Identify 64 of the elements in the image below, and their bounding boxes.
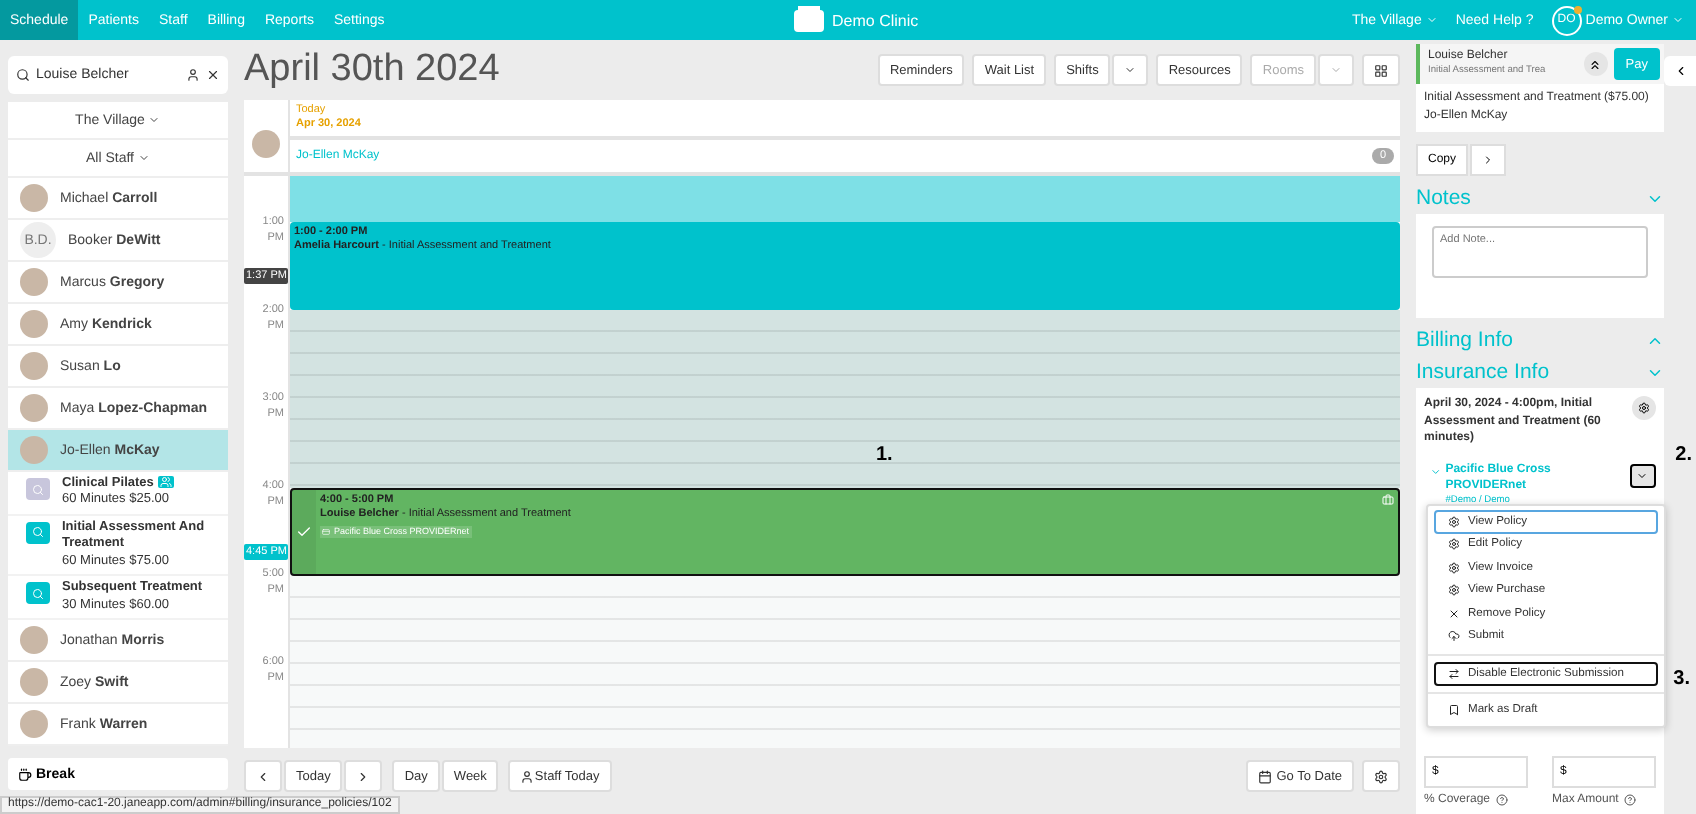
avatar-circle [20,310,48,339]
panel-toggle-tab[interactable] [1664,56,1696,86]
dropdown-button[interactable] [1629,464,1656,489]
annotation-number: 3. [1673,668,1690,690]
settings-icon [1448,584,1460,597]
avatar-circle [20,710,48,739]
caret-button[interactable] [1112,54,1149,86]
calendar-icon [1258,769,1273,783]
settings-icon [1448,538,1460,551]
help-icon [1624,794,1637,806]
grid-button[interactable] [1362,54,1400,86]
close-icon [206,68,220,82]
avatar-circle [20,668,48,697]
caret-icon [1636,470,1649,483]
avatar-circle [20,184,48,213]
double-chevron-up-icon [1588,57,1603,71]
avatar-circle [20,352,48,381]
chevron-right-icon [356,769,371,783]
search-icon [16,68,30,82]
settings-icon [1374,769,1388,783]
caret-icon [138,152,150,165]
settings-icon [1448,515,1460,528]
settings-button[interactable] [1362,760,1400,792]
caret-icon [1672,14,1684,26]
search-icon [26,521,50,544]
clinic-name: Demo Clinic [832,11,919,29]
avatar-circle [20,436,48,465]
next-button[interactable] [344,760,383,792]
card-icon [322,527,330,536]
cloud-upload-icon [1448,630,1460,643]
person-icon [186,68,200,82]
chevron-right-icon [1482,154,1495,166]
x-icon [1448,607,1460,620]
avatar-circle [252,130,280,158]
settings-button[interactable] [1632,396,1656,420]
chevron-left-icon [256,769,270,783]
search-icon [26,478,50,501]
annotation-number: 2. [1675,444,1692,466]
caret-icon [1425,14,1438,26]
settings-icon [1448,561,1460,574]
help-icon [1496,794,1509,806]
bookmark-icon [1448,704,1460,717]
previous-button[interactable] [244,760,282,792]
search-icon [26,582,50,605]
caret-icon [1124,64,1137,76]
cup-icon [18,767,32,781]
avatar-circle [20,268,48,297]
annotation-number: 1. [876,444,893,466]
arrows-icon [1448,667,1460,680]
briefcase-icon [1382,494,1394,506]
avatar-circle [20,626,48,655]
logo-icon [792,6,826,34]
group-icon [157,476,174,489]
chevron-left-icon [1673,64,1687,78]
person-icon [520,769,535,783]
caret-icon [148,114,161,127]
date-title: April 30th 2024 [244,48,500,92]
check-icon [296,524,312,540]
grid-icon [1374,63,1388,77]
collapse-button[interactable] [1583,52,1608,76]
avatar-circle [20,394,48,423]
caret-icon [1330,64,1342,76]
more-button[interactable] [1470,144,1507,176]
settings-icon [1638,402,1650,414]
